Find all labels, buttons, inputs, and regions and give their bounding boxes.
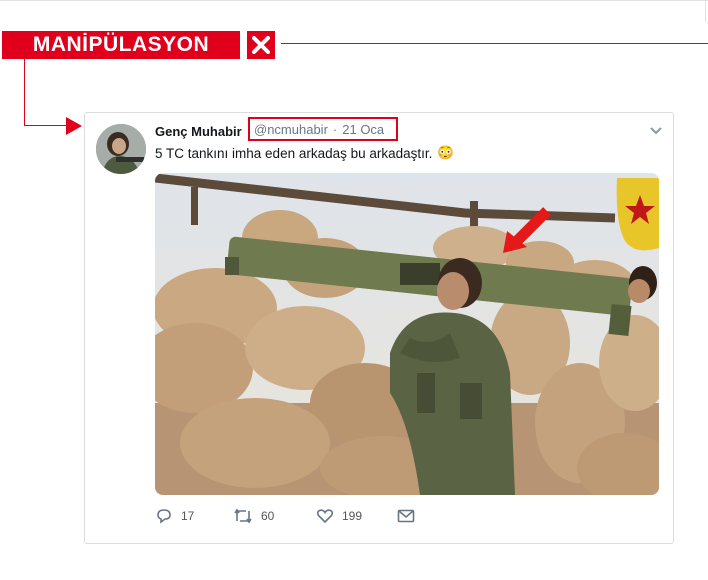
- author-handle[interactable]: @ncmuhabir: [254, 122, 328, 137]
- tweet-text: 5 TC tankını imha eden arkadaş bu arkada…: [155, 145, 433, 161]
- frame-top-border: [0, 0, 708, 1]
- tweet-text-row: 5 TC tankını imha eden arkadaş bu arkada…: [155, 145, 454, 161]
- x-icon: [247, 31, 275, 59]
- tweet-actions: 17 60 199: [155, 508, 415, 524]
- chevron-down-icon[interactable]: [649, 123, 663, 141]
- meta-separator: ·: [332, 121, 338, 137]
- author-name[interactable]: Genç Muhabir: [155, 124, 242, 139]
- tweet-photo[interactable]: [155, 173, 659, 495]
- reply-button[interactable]: 17: [155, 508, 233, 524]
- like-icon: [316, 509, 334, 524]
- reply-count: 17: [181, 509, 195, 523]
- reply-icon: [157, 509, 171, 524]
- tweet-date[interactable]: 21 Oca: [342, 122, 384, 137]
- dm-button[interactable]: [397, 509, 415, 523]
- retweet-button[interactable]: 60: [233, 508, 316, 524]
- banner-connector-line: [281, 43, 708, 44]
- pointer-line-horizontal: [24, 125, 68, 126]
- pointer-line-vertical: [24, 59, 25, 126]
- frame-right-border: [705, 0, 706, 22]
- banner-label: MANİPÜLASYON: [32, 33, 210, 56]
- manipulation-banner: MANİPÜLASYON: [2, 31, 240, 59]
- like-button[interactable]: 199: [316, 508, 397, 524]
- dm-icon: [397, 509, 415, 523]
- retweet-icon: [234, 508, 252, 524]
- avatar[interactable]: [96, 124, 146, 174]
- retweet-count: 60: [261, 509, 275, 523]
- like-count: 199: [342, 509, 363, 523]
- flushed-face-icon: 😳: [437, 145, 455, 160]
- tweet-card[interactable]: Genç Muhabir @ncmuhabir · 21 Oca 5 TC ta…: [84, 112, 674, 544]
- pointer-arrowhead: [66, 117, 82, 135]
- handle-date-highlight: @ncmuhabir · 21 Oca: [248, 117, 398, 141]
